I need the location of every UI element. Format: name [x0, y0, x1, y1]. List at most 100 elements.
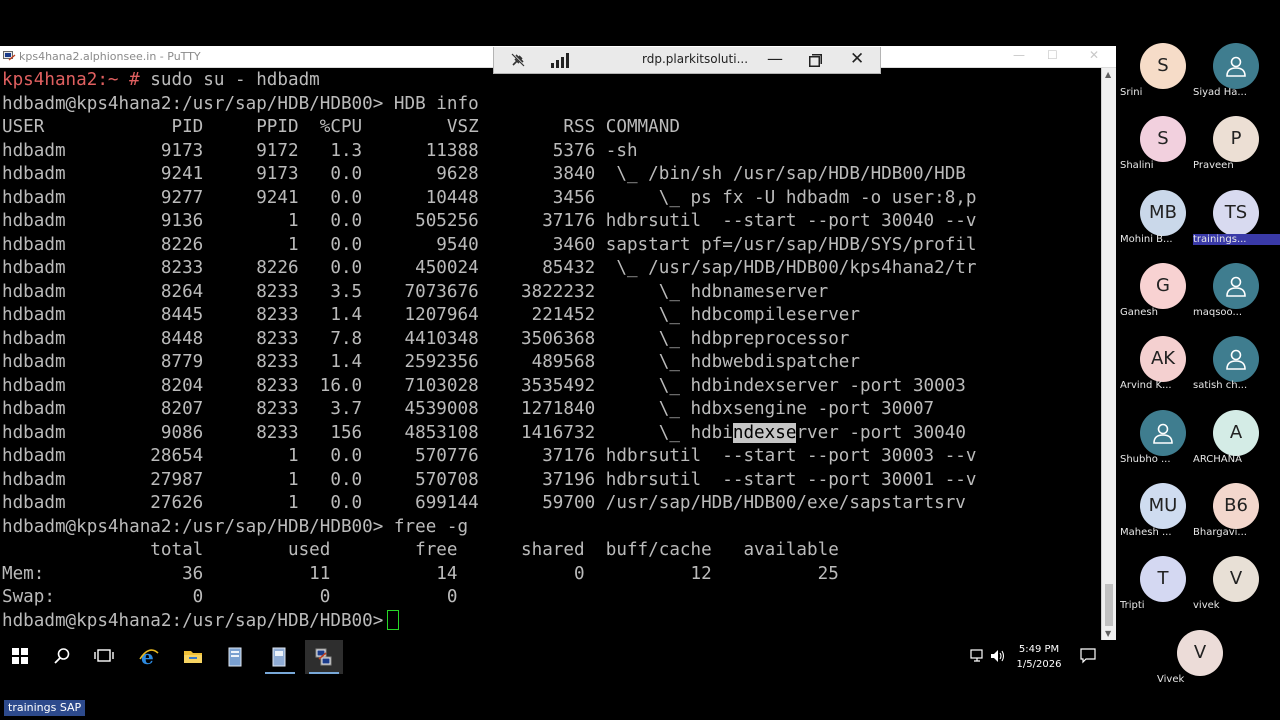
windows-taskbar: e 5:49 PM 1/5/2026	[0, 640, 1112, 674]
putty-window: kps4hana2.alphionsee.in - PuTTY — ☐ ✕ kp…	[0, 46, 1116, 640]
avatar-initials: S	[1140, 116, 1186, 163]
volume-icon[interactable]	[990, 649, 1006, 663]
terminal-line: hdbadm 8226 1 0.0 9540 3460 sapstart pf=…	[2, 234, 977, 255]
terminal-line: hdbadm 8264 8233 3.5 7073676 3822232 \_ …	[2, 281, 829, 302]
pin-icon[interactable]	[510, 52, 526, 68]
participant-tile[interactable]: satish ch...	[1193, 336, 1269, 406]
participant-tile[interactable]: Shubho ...	[1120, 409, 1196, 480]
participant-tile[interactable]: B6 Bhargavi...	[1193, 482, 1269, 553]
putty-icon[interactable]	[305, 640, 343, 674]
server-manager-icon[interactable]	[217, 640, 255, 674]
participant-tile[interactable]: T Tripti	[1120, 556, 1196, 626]
participant-tile[interactable]: G Ganesh	[1120, 262, 1196, 333]
participant-tile[interactable]: maqsoo...	[1193, 262, 1269, 333]
presenter-caption: trainings SAP	[4, 700, 86, 716]
terminal-line: hdbadm 8779 8233 1.4 2592356 489568 \_ h…	[2, 352, 860, 372]
participant-name: Praveen	[1193, 160, 1234, 172]
person-icon	[1213, 336, 1259, 383]
avatar-initials: A	[1213, 409, 1259, 456]
participant-tile[interactable]: MU Mahesh ...	[1120, 482, 1196, 553]
putty-minimize-button[interactable]: —	[1013, 48, 1025, 62]
participant-tile[interactable]: A ARCHANA	[1193, 409, 1269, 480]
putty-app-icon	[3, 51, 16, 61]
participant-name: ARCHANA	[1193, 453, 1242, 465]
rdp-close-button[interactable]: ✕	[850, 49, 864, 69]
terminal-line: hdbadm 9277 9241 0.0 10448 3456 \_ ps fx…	[2, 187, 977, 208]
person-icon	[1213, 43, 1259, 89]
putty-close-button[interactable]: ✕	[1089, 48, 1099, 62]
terminal-line: hdbadm 9173 9172 1.3 11388 5376 -sh	[2, 140, 638, 161]
avatar-initials: V	[1213, 556, 1259, 603]
terminal-line: hdbadm 8448 8233 7.8 4410348 3506368 \_ …	[2, 328, 850, 349]
participant-tile[interactable]: Siyad Ha...	[1193, 43, 1269, 113]
terminal-scrollbar[interactable]: ▲ ▼	[1101, 68, 1116, 640]
person-icon	[1213, 262, 1259, 309]
terminal-line: kps4hana2:~ # sudo su - hdbadm	[2, 69, 320, 93]
terminal-line: hdbadm 8207 8233 3.7 4539008 1271840 \_ …	[2, 399, 935, 419]
person-icon	[1140, 409, 1186, 456]
shell-prompt: hdbadm@kps4hana2:/usr/sap/HDB/HDB00>	[2, 610, 384, 631]
command-text: sudo su - hdbadm	[139, 70, 320, 90]
terminal-line: hdbadm 27626 1 0.0 699144 59700 /usr/sap…	[2, 493, 966, 513]
terminal-line: hdbadm 8233 8226 0.0 450024 85432 \_ /us…	[2, 258, 977, 278]
putty-window-title: kps4hana2.alphionsee.in - PuTTY	[19, 50, 201, 63]
rdp-minimize-button[interactable]: —	[767, 49, 783, 68]
participant-name: satish ch...	[1193, 380, 1248, 392]
avatar-initials: P	[1213, 116, 1259, 163]
scroll-up-arrow-icon[interactable]: ▲	[1105, 70, 1111, 79]
terminal-line: hdbadm 9086 8233 156 4853108 1416732 \_ …	[2, 422, 966, 446]
scroll-down-arrow-icon[interactable]: ▼	[1105, 629, 1111, 638]
system-tray: 5:49 PM 1/5/2026	[966, 640, 1112, 674]
avatar-initials: B6	[1213, 482, 1259, 529]
participant-tile[interactable]: V Vivek	[1157, 630, 1233, 700]
terminal-line: hdbadm 28654 1 0.0 570776 37176 hdbrsuti…	[2, 446, 977, 466]
participant-name: vivek	[1193, 600, 1220, 612]
terminal-cursor	[387, 609, 400, 630]
participant-tile[interactable]: S Srini	[1120, 43, 1196, 113]
terminal-line: hdbadm@kps4hana2:/usr/sap/HDB/HDB00> fre…	[2, 516, 469, 537]
participant-tile[interactable]: TS trainings...	[1193, 189, 1280, 260]
clock-date: 1/5/2026	[1016, 659, 1062, 670]
action-center-icon[interactable]	[1080, 648, 1096, 664]
internet-explorer-icon[interactable]: e	[130, 640, 168, 674]
avatar-initials: S	[1140, 43, 1186, 89]
file-explorer-icon[interactable]	[174, 640, 212, 674]
terminal-line: Mem: 36 11 14 0 12 25	[2, 563, 839, 584]
avatar-initials: MU	[1140, 482, 1186, 529]
participant-name: trainings...	[1193, 233, 1280, 245]
participant-tile[interactable]: S Shalini	[1120, 116, 1196, 186]
running-indicator	[265, 672, 295, 674]
terminal-line: hdbadm 9241 9173 0.0 9628 3840 \_ /bin/s…	[2, 164, 966, 184]
task-view-icon[interactable]	[85, 640, 123, 674]
remote-desktop-icon[interactable]	[261, 640, 299, 674]
terminal-line: Swap: 0 0 0	[2, 587, 458, 607]
participant-name: maqsoo...	[1193, 306, 1243, 318]
network-icon[interactable]	[970, 649, 986, 663]
participant-name: Vivek	[1157, 674, 1185, 685]
rdp-restore-icon[interactable]	[809, 54, 822, 67]
terminal-line: hdbadm 9136 1 0.0 505256 37176 hdbrsutil…	[2, 211, 977, 231]
terminal-output[interactable]: kps4hana2:~ # sudo su - hdbadm hdbadm@kps…	[0, 68, 1101, 640]
windows-start-icon[interactable]	[2, 640, 40, 674]
putty-maximize-button[interactable]: ☐	[1047, 48, 1058, 62]
line-segment: rver -port 30040	[796, 422, 966, 443]
participant-name: Siyad Ha...	[1193, 87, 1247, 98]
rdp-host-title: rdp.plarkitsoluti...	[642, 52, 749, 66]
taskbar-clock[interactable]: 5:49 PM 1/5/2026	[1016, 642, 1062, 672]
connection-signal-icon[interactable]	[551, 53, 569, 68]
terminal-line: hdbadm 27987 1 0.0 570708 37196 hdbrsuti…	[2, 469, 977, 490]
terminal-line: total used free shared buff/cache availa…	[2, 540, 839, 560]
participant-tile[interactable]: AK Arvind K...	[1120, 336, 1196, 406]
terminal-line: hdbadm 8204 8233 16.0 7103028 3535492 \_…	[2, 375, 966, 396]
participant-tile[interactable]: Vvivek	[1193, 556, 1269, 626]
participant-tile[interactable]: MB Mohini B...	[1120, 189, 1196, 260]
avatar-initials: V	[1177, 630, 1223, 676]
search-icon[interactable]	[44, 640, 82, 674]
avatar-initials: TS	[1213, 189, 1259, 236]
scrollbar-thumb[interactable]	[1105, 584, 1113, 626]
terminal-line: hdbadm@kps4hana2:/usr/sap/HDB/HDB00>	[2, 609, 400, 634]
avatar-initials: T	[1140, 556, 1186, 603]
terminal-line: USER PID PPID %CPU VSZ RSS COMMAND	[2, 117, 680, 137]
running-indicator	[309, 672, 339, 674]
participant-tile[interactable]: P Praveen	[1193, 116, 1269, 186]
